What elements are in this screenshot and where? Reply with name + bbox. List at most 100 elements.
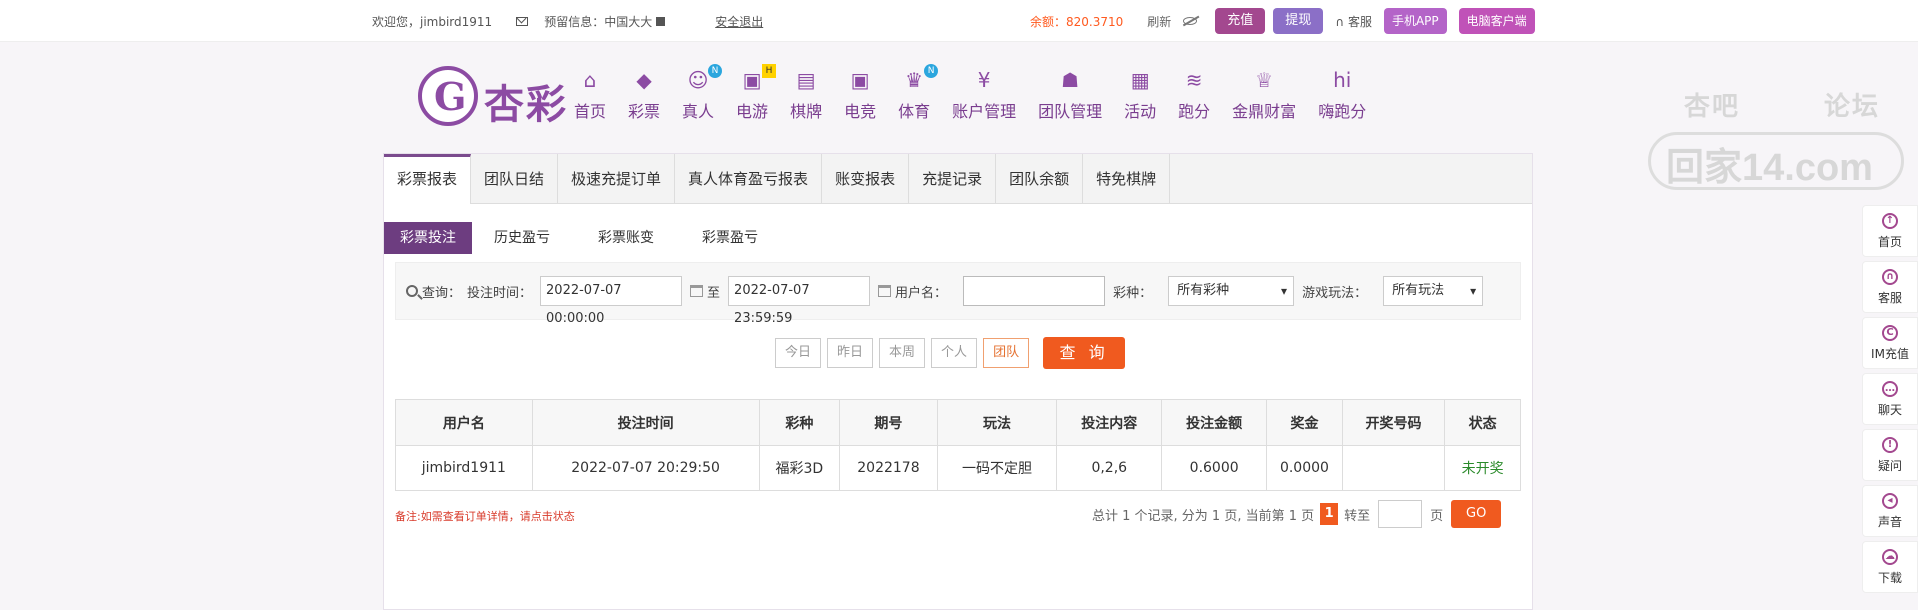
nav-glyph: ▣ bbox=[850, 68, 870, 92]
sidebar-item-4[interactable]: ! 疑问 bbox=[1862, 429, 1918, 481]
to-label: 至 bbox=[707, 285, 721, 301]
nav-label: 跑分 bbox=[1178, 102, 1211, 121]
nav-item-11[interactable]: ♕ 金鼎财富 bbox=[1232, 68, 1296, 122]
tab-7[interactable]: 特免棋牌 bbox=[1083, 154, 1171, 204]
withdraw-button[interactable]: 提现 bbox=[1273, 8, 1324, 34]
start-date-input[interactable]: 2022-07-07 00:00:00 bbox=[540, 276, 683, 326]
nav-item-3[interactable]: ▣ H 电游 bbox=[736, 64, 777, 122]
quick-range-button[interactable]: 团队 bbox=[983, 338, 1030, 368]
refresh-link[interactable]: 刷新 bbox=[1147, 13, 1171, 30]
table-cell: 福彩3D bbox=[758, 445, 841, 491]
nav-item-6[interactable]: ♛ N 体育 bbox=[898, 64, 939, 122]
play-type-select[interactable]: 所有玩法 bbox=[1383, 276, 1484, 306]
nav-item-4[interactable]: ▤ 棋牌 bbox=[790, 68, 822, 122]
bet-table: 用户名 投注时间 彩种 期号 玩法 投注内容 投注金额 奖金 开奖号码 状态 jimbird191… bbox=[395, 399, 1521, 491]
sidebar-label: 声音 bbox=[1877, 514, 1902, 529]
pc-client-button[interactable]: 电脑客户端 bbox=[1458, 8, 1535, 34]
service-label: 客服 bbox=[1347, 14, 1372, 29]
table-cell: jimbird1911 bbox=[395, 445, 533, 491]
table-cell: 一码不定胆 bbox=[936, 445, 1058, 491]
recharge-button[interactable]: 充值 bbox=[1215, 8, 1266, 34]
table-cell: 0,2,6 bbox=[1056, 445, 1163, 491]
nav-label: 电游 bbox=[736, 102, 769, 121]
nav-item-8[interactable]: ☗ 团队管理 bbox=[1038, 68, 1102, 122]
logo[interactable]: 杏彩 bbox=[418, 60, 580, 128]
nav-item-9[interactable]: ▦ 活动 bbox=[1124, 68, 1156, 122]
nav-item-1[interactable]: ◆ 彩票 bbox=[628, 68, 660, 122]
mail-icon[interactable] bbox=[516, 17, 529, 26]
tab-6[interactable]: 团队余额 bbox=[996, 154, 1084, 204]
logo-emblem bbox=[418, 66, 478, 126]
nav-label: 彩票 bbox=[628, 102, 661, 121]
tab-1[interactable]: 团队日结 bbox=[471, 154, 559, 204]
quick-range-button[interactable]: 个人 bbox=[931, 338, 978, 368]
wealth-icon: ♕ bbox=[1251, 68, 1277, 92]
tab-2[interactable]: 极速充提订单 bbox=[558, 154, 676, 204]
search-button[interactable]: 查 询 bbox=[1043, 337, 1126, 369]
nav-item-10[interactable]: ≋ 跑分 bbox=[1178, 68, 1210, 122]
table-header-cell: 状态 bbox=[1444, 399, 1521, 446]
quick-range-button[interactable]: 昨日 bbox=[827, 338, 874, 368]
nav-label: 体育 bbox=[898, 102, 931, 121]
tab-0[interactable]: 彩票报表 bbox=[384, 154, 472, 204]
nav-item-5[interactable]: ▣ 电竞 bbox=[844, 68, 876, 122]
up-arrow-icon: ↑ bbox=[1882, 212, 1898, 229]
quick-range-button[interactable]: 本周 bbox=[879, 338, 926, 368]
subtab-2[interactable]: 彩票账变 bbox=[582, 222, 670, 254]
nav-item-7[interactable]: ¥ 账户管理 bbox=[952, 68, 1016, 122]
subtab-3[interactable]: 彩票盈亏 bbox=[686, 222, 774, 254]
reserved-info: 预留信息：中国大大 bbox=[544, 15, 653, 29]
sidebar-item-3[interactable]: … 聊天 bbox=[1862, 373, 1918, 425]
subtab-0[interactable]: 彩票投注 bbox=[384, 222, 472, 254]
nav-glyph: ♕ bbox=[1255, 68, 1274, 92]
sound-icon: ◂ bbox=[1882, 492, 1898, 509]
logout-link[interactable]: 安全退出 bbox=[715, 13, 763, 30]
nav-badge: N bbox=[708, 64, 723, 78]
tab-5[interactable]: 充提记录 bbox=[909, 154, 997, 204]
runscore-icon: ≋ bbox=[1181, 68, 1207, 92]
nav-item-12[interactable]: hi 嗨跑分 bbox=[1318, 68, 1366, 122]
username-input[interactable] bbox=[963, 276, 1106, 306]
nav-label: 首页 bbox=[574, 102, 607, 121]
report-tabs: 彩票报表 团队日结 极速充提订单 真人体育盈亏报表 账变报表 充提记录 团队余额 特免棋牌 bbox=[384, 154, 1532, 204]
nav-glyph: ☺ bbox=[687, 68, 709, 92]
tab-4[interactable]: 账变报表 bbox=[822, 154, 910, 204]
service-link[interactable]: ∩ 客服 bbox=[1335, 13, 1372, 30]
sidebar-item-6[interactable]: ☁ 下载 bbox=[1862, 541, 1918, 593]
sidebar-item-5[interactable]: ◂ 声音 bbox=[1862, 485, 1918, 537]
nav-label: 电竞 bbox=[844, 102, 877, 121]
quick-range-buttons: 今日 昨日 本周 个人 团队查 询 bbox=[775, 337, 1126, 369]
go-button[interactable]: GO bbox=[1451, 500, 1502, 528]
nav-item-2[interactable]: ☺ N 真人 bbox=[682, 64, 723, 122]
goto-page-input[interactable] bbox=[1378, 500, 1423, 528]
nav-label: 金鼎财富 bbox=[1232, 102, 1297, 121]
table-header-cell: 用户名 bbox=[395, 399, 533, 446]
lottery-select[interactable]: 所有彩种 bbox=[1168, 276, 1295, 306]
watermark-text-2: 论坛 bbox=[1824, 92, 1881, 122]
quick-range-button[interactable]: 今日 bbox=[775, 338, 822, 368]
edit-icon[interactable] bbox=[656, 17, 666, 26]
hide-balance-icon[interactable] bbox=[1183, 17, 1198, 25]
query-label: 查询： bbox=[422, 285, 462, 301]
headset-icon: ∩ bbox=[1882, 268, 1898, 285]
nav-label: 真人 bbox=[682, 102, 715, 121]
current-page[interactable]: 1 bbox=[1320, 503, 1339, 525]
lottery-icon: ◆ bbox=[631, 68, 657, 92]
end-date-input[interactable]: 2022-07-07 23:59:59 bbox=[728, 276, 871, 326]
nav-glyph: ≋ bbox=[1185, 68, 1203, 92]
nav-item-0[interactable]: ⌂ 首页 bbox=[574, 68, 606, 122]
table-header-cell: 投注时间 bbox=[531, 399, 760, 446]
calendar-icon[interactable] bbox=[690, 285, 704, 297]
nav-label: 嗨跑分 bbox=[1318, 102, 1367, 121]
mobile-app-button[interactable]: 手机APP bbox=[1383, 8, 1447, 34]
sidebar-item-0[interactable]: ↑ 首页 bbox=[1862, 205, 1918, 257]
tab-3[interactable]: 真人体育盈亏报表 bbox=[675, 154, 823, 204]
sidebar-item-2[interactable]: C IM充值 bbox=[1862, 317, 1918, 369]
cloud-icon: ☁ bbox=[1882, 548, 1898, 565]
sidebar-item-1[interactable]: ∩ 客服 bbox=[1862, 261, 1918, 313]
subtab-1[interactable]: 历史盈亏 bbox=[478, 222, 566, 254]
table-header-row: 用户名 投注时间 彩种 期号 玩法 投注内容 投注金额 奖金 开奖号码 状态 bbox=[395, 399, 1521, 446]
status-cell[interactable]: 未开奖 bbox=[1444, 445, 1521, 491]
calendar-icon[interactable] bbox=[878, 285, 892, 297]
nav-glyph: hi bbox=[1333, 68, 1352, 92]
